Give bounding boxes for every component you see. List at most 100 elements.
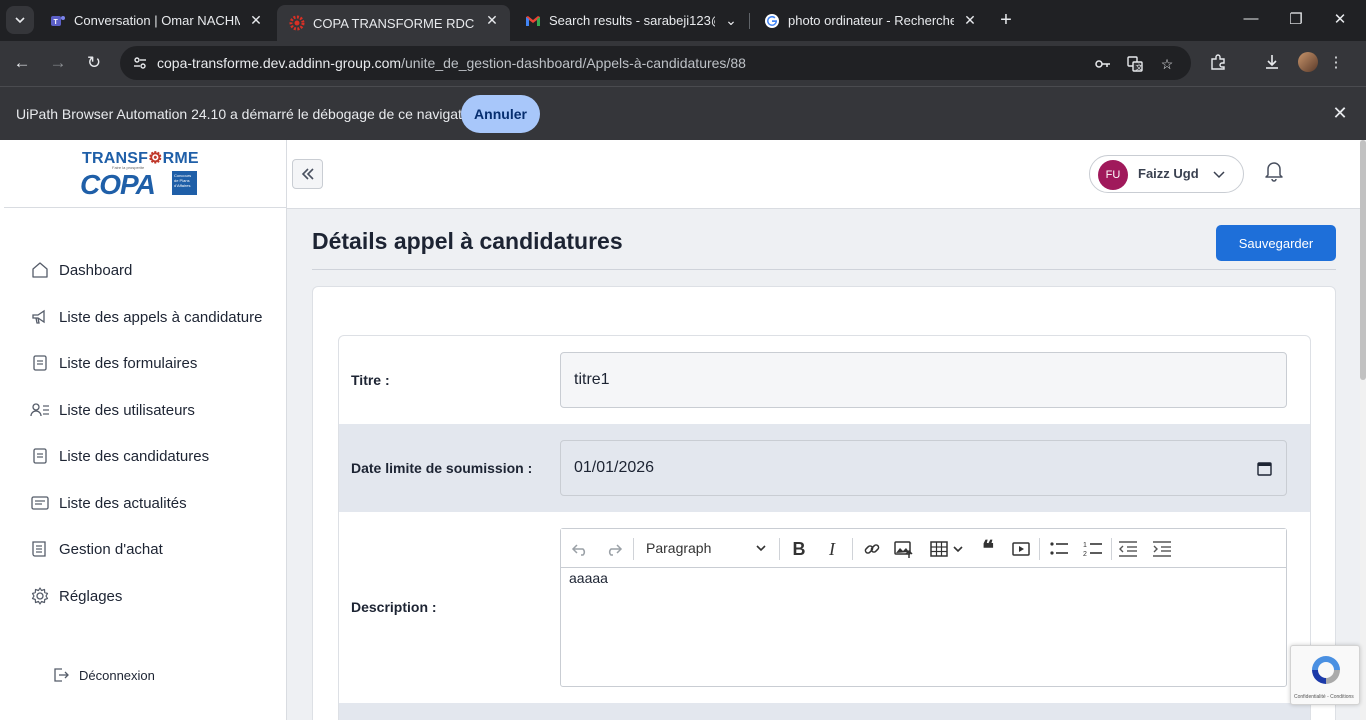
paragraph-select[interactable]: Paragraph (646, 540, 711, 556)
user-menu[interactable]: FU Faizz Ugd (1089, 155, 1244, 193)
tab-gmail[interactable]: Search results - sarabeji123@g ⌄ (513, 5, 749, 36)
download-icon[interactable] (1262, 53, 1282, 73)
extensions-icon[interactable] (1208, 53, 1228, 73)
tab-title: Conversation | Omar NACHMI ( (74, 13, 240, 28)
megaphone-icon (30, 307, 50, 327)
document-icon (30, 446, 50, 466)
debug-infobar: UiPath Browser Automation 24.10 a démarr… (0, 86, 1366, 140)
form-row-date: Date limite de soumission : 01/01/2026 (339, 424, 1310, 512)
tab-title: photo ordinateur - Recherche G (788, 13, 954, 28)
password-key-icon[interactable] (1094, 55, 1112, 73)
bookmark-star-icon[interactable]: ☆ (1158, 55, 1176, 73)
reload-icon[interactable]: ↻ (83, 52, 105, 74)
url-domain: copa-transforme.dev.addinn-group.com (157, 55, 402, 71)
chevron-down-icon[interactable]: ⌄ (723, 12, 739, 28)
tab-google[interactable]: photo ordinateur - Recherche G ✕ (752, 5, 988, 36)
sidebar-item-utilisateurs[interactable]: Liste des utilisateurs (30, 396, 195, 424)
calendar-icon[interactable] (1257, 461, 1272, 476)
logout-button[interactable]: Déconnexion (52, 666, 155, 684)
collapse-sidebar-button[interactable] (292, 159, 323, 189)
blockquote-icon[interactable]: ❝ (977, 536, 999, 561)
tab-copa[interactable]: COPA TRANSFORME RDC ✕ (277, 5, 510, 41)
sidebar-item-label: Liste des candidatures (59, 447, 210, 465)
close-icon[interactable]: ✕ (248, 12, 264, 28)
svg-text:2: 2 (1083, 551, 1087, 558)
chevron-down-icon[interactable] (951, 538, 965, 560)
users-icon (30, 400, 50, 420)
insert-image-icon[interactable] (893, 538, 915, 560)
profile-avatar[interactable] (1298, 52, 1318, 72)
toolbar-separator (633, 538, 634, 560)
form-icon (30, 353, 50, 373)
sidebar-item-dashboard[interactable]: Dashboard (30, 256, 132, 284)
sidebar-item-achat[interactable]: Gestion d'achat (30, 535, 163, 563)
logo[interactable]: TRANSF⚙RME Faire la prosperite COPA Conc… (4, 140, 286, 208)
infobar-message: UiPath Browser Automation 24.10 a démarr… (16, 106, 483, 122)
forward-icon[interactable]: → (47, 52, 69, 74)
logout-icon (52, 666, 70, 684)
redo-icon[interactable] (603, 538, 625, 560)
outdent-icon[interactable] (1117, 538, 1139, 560)
address-bar[interactable]: copa-transforme.dev.addinn-group.com/uni… (120, 46, 1191, 80)
page-scrollbar[interactable] (1360, 140, 1366, 720)
close-icon[interactable]: ✕ (484, 12, 500, 28)
details-card: Titre : titre1 Date limite de soumission… (312, 286, 1336, 720)
translate-icon[interactable]: 文 (1126, 55, 1144, 73)
tab-title: Search results - sarabeji123@g (549, 13, 715, 28)
sidebar-item-label: Gestion d'achat (59, 540, 163, 558)
minimize-icon[interactable]: — (1241, 10, 1261, 27)
teams-icon: T (50, 13, 66, 29)
copa-icon (289, 15, 305, 31)
tab-teams[interactable]: T Conversation | Omar NACHMI ( ✕ (38, 5, 274, 36)
sidebar-item-candidatures[interactable]: Liste des candidatures (30, 442, 209, 470)
sidebar-item-label: Liste des formulaires (59, 354, 198, 372)
site-settings-icon[interactable] (132, 55, 148, 71)
date-label: Date limite de soumission : (351, 460, 533, 476)
svg-text:文: 文 (1136, 63, 1143, 72)
sidebar-item-formulaires[interactable]: Liste des formulaires (30, 349, 197, 377)
media-embed-icon[interactable] (1010, 538, 1032, 560)
logo-gear-icon: ⚙ (148, 150, 163, 167)
sidebar-item-reglages[interactable]: Réglages (30, 582, 122, 610)
italic-icon[interactable]: I (821, 538, 843, 560)
toolbar-separator (779, 538, 780, 560)
bulleted-list-icon[interactable] (1048, 538, 1070, 560)
tab-search-button[interactable] (6, 6, 34, 34)
description-label: Description : (351, 599, 437, 615)
chevron-down-icon (15, 17, 25, 24)
editor-toolbar: Paragraph B I ❝ 1 2 (561, 529, 1286, 568)
recaptcha-badge[interactable]: Confidentialité - Conditions (1290, 645, 1360, 705)
home-icon (30, 260, 50, 280)
titre-input[interactable]: titre1 (560, 352, 1287, 408)
bell-icon[interactable] (1262, 158, 1286, 182)
table-icon[interactable] (928, 538, 950, 560)
sidebar: TRANSF⚙RME Faire la prosperite COPA Conc… (0, 140, 287, 720)
bold-icon[interactable]: B (788, 538, 810, 560)
numbered-list-icon[interactable]: 12 (1082, 538, 1104, 560)
page-title: Détails appel à candidatures (312, 228, 623, 254)
close-icon[interactable]: ✕ (1331, 104, 1349, 122)
back-icon[interactable]: ← (11, 52, 33, 74)
restore-icon[interactable]: ❐ (1286, 10, 1306, 28)
undo-icon[interactable] (569, 538, 591, 560)
close-icon[interactable]: ✕ (962, 12, 978, 28)
sidebar-item-appels[interactable]: Liste des appels à candidature (30, 303, 262, 331)
more-menu-icon[interactable]: ⋮ (1326, 53, 1346, 73)
toolbar-separator (1111, 538, 1112, 560)
divider (312, 269, 1336, 270)
recaptcha-links[interactable]: Confidentialité - Conditions (1294, 694, 1354, 700)
link-icon[interactable] (861, 538, 883, 560)
url-path: /unite_de_gestion-dashboard/Appels-à-can… (401, 55, 746, 71)
save-button[interactable]: Sauvegarder (1216, 225, 1336, 261)
logout-label: Déconnexion (79, 667, 155, 683)
indent-icon[interactable] (1151, 538, 1173, 560)
sidebar-item-actualites[interactable]: Liste des actualités (30, 489, 187, 517)
editor-content[interactable]: aaaaa (569, 570, 608, 586)
close-window-icon[interactable]: ✕ (1330, 10, 1350, 28)
cancel-button[interactable]: Annuler (461, 95, 540, 133)
new-tab-button[interactable]: + (996, 10, 1016, 31)
main-content: Détails appel à candidatures Sauvegarder… (287, 209, 1360, 720)
scrollbar-thumb[interactable] (1360, 140, 1366, 380)
chevron-down-icon[interactable] (754, 541, 768, 555)
date-input[interactable]: 01/01/2026 (560, 440, 1287, 496)
